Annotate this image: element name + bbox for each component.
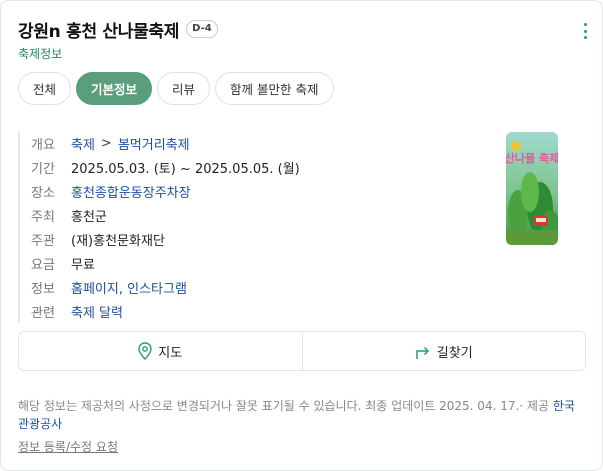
info-key-overview: 개요: [31, 137, 55, 153]
tab-related-festivals[interactable]: 함께 볼만한 축제: [215, 72, 334, 105]
map-pin-icon: [138, 342, 152, 360]
map-button-label: 지도: [158, 345, 183, 361]
info-row-host: 주최 홍천군: [31, 203, 488, 227]
directions-button[interactable]: 길찾기: [301, 332, 586, 370]
category-link[interactable]: 축제: [71, 134, 95, 153]
category-separator: >: [100, 135, 112, 151]
info-list: 개요 축제 > 봄먹거리축제 기간 2025.05.03. (토) ~ 2025…: [18, 131, 488, 323]
tab-bar: 전체 기본정보 리뷰 함께 볼만한 축제: [18, 72, 334, 105]
festival-poster-image[interactable]: 산나물 축제: [506, 132, 558, 245]
card-header: 강원n 홍천 산나물축제 D-4 축제정보: [18, 15, 587, 61]
fee-value: 무료: [71, 257, 95, 273]
subcategory-link[interactable]: 봄먹거리축제: [118, 134, 190, 153]
more-options-icon[interactable]: [581, 23, 589, 39]
festival-info-card: 강원n 홍천 산나물축제 D-4 축제정보 전체 기본정보 리뷰 함께 볼만한 …: [0, 0, 603, 471]
tab-basic-info[interactable]: 기본정보: [76, 72, 153, 105]
info-key-place: 장소: [31, 185, 55, 201]
title-row: 강원n 홍천 산나물축제 D-4: [18, 15, 585, 43]
info-row-place: 장소 홍천종합운동장주차장: [31, 179, 488, 203]
place-link[interactable]: 홍천종합운동장주차장: [71, 182, 191, 201]
info-row-period: 기간 2025.05.03. (토) ~ 2025.05.05. (월): [31, 155, 488, 179]
map-button[interactable]: 지도: [19, 332, 302, 370]
edit-request-link[interactable]: 정보 등록/수정 요청: [18, 438, 118, 456]
directions-arrow-icon: [416, 346, 429, 359]
host-value: 홍천군: [71, 209, 107, 225]
festival-calendar-link[interactable]: 축제 달력: [71, 302, 123, 321]
organizer-value: (재)홍천문화재단: [71, 233, 165, 249]
tab-reviews[interactable]: 리뷰: [157, 72, 211, 105]
poster-title-text: 산나물 축제: [506, 151, 558, 165]
info-key-links: 정보: [31, 281, 55, 297]
info-key-organizer: 주관: [31, 233, 55, 249]
info-row-overview: 개요 축제 > 봄먹거리축제: [31, 131, 488, 155]
update-notice: 해당 정보는 제공처의 사정으로 변경되거나 잘못 표기될 수 있습니다. 최종…: [18, 399, 549, 413]
info-key-related: 관련: [31, 305, 55, 321]
info-key-host: 주최: [31, 209, 55, 225]
info-key-period: 기간: [31, 161, 55, 177]
page-title[interactable]: 강원n 홍천 산나물축제: [18, 17, 179, 42]
footer-notice: 해당 정보는 제공처의 사정으로 변경되거나 잘못 표기될 수 있습니다. 최종…: [18, 397, 584, 456]
info-row-related: 관련 축제 달력: [31, 299, 488, 323]
homepage-instagram-links[interactable]: 홈페이지, 인스타그램: [71, 278, 187, 297]
info-row-links: 정보 홈페이지, 인스타그램: [31, 275, 488, 299]
directions-button-label: 길찾기: [436, 345, 473, 361]
action-bar: 지도 길찾기: [18, 331, 586, 371]
info-key-fee: 요금: [31, 257, 55, 273]
page-subtitle: 축제정보: [18, 47, 63, 61]
tab-all[interactable]: 전체: [18, 72, 72, 105]
info-row-fee: 요금 무료: [31, 251, 488, 275]
info-row-organizer: 주관 (재)홍천문화재단: [31, 227, 488, 251]
period-value: 2025.05.03. (토) ~ 2025.05.05. (월): [71, 161, 300, 177]
dday-badge: D-4: [186, 20, 218, 38]
